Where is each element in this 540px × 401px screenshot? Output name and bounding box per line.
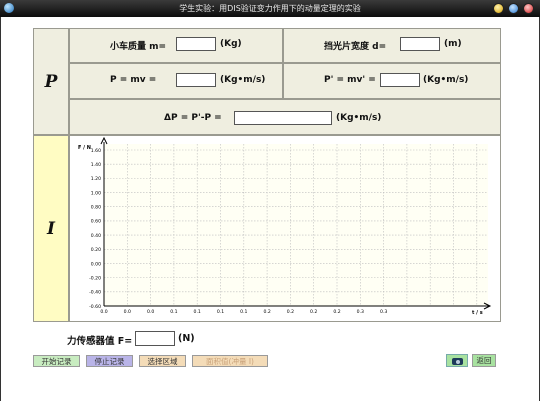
area-impulse-button[interactable]: 面积值(冲量 I) (192, 355, 268, 367)
final-momentum-label: P' = mv' = (324, 75, 376, 85)
screenshot-button[interactable] (446, 354, 468, 367)
final-momentum-unit: (Kg•m/s) (423, 75, 469, 85)
y-tick-label: 0.00 (91, 261, 101, 267)
back-button[interactable]: 返回 (472, 354, 496, 367)
initial-momentum-cell: P = mv = (Kg•m/s) (69, 63, 283, 99)
x-tick-label: 0.1 (217, 309, 224, 315)
y-axis-label: F / N (78, 145, 91, 151)
y-tick-label: -0.60 (89, 304, 101, 310)
mass-label: 小车质量 m= (110, 42, 167, 52)
impulse-section-label-cell: I (33, 135, 69, 322)
momentum-symbol: P (44, 71, 58, 92)
maximize-button[interactable] (508, 3, 519, 14)
force-sensor-unit: (N) (178, 333, 195, 344)
y-tick-labels: 1.60 1.40 1.20 1.00 0.80 0.60 0.40 0.20 0.00 -0.2… (89, 148, 101, 310)
force-time-chart[interactable]: 1.60 1.40 1.20 1.00 0.80 0.60 0.40 0.20 0.00 -0.2… (70, 136, 500, 321)
minimize-button[interactable] (493, 3, 504, 14)
force-sensor-label: 力传感器值 F= (67, 336, 133, 347)
y-tick-label: -0.40 (89, 290, 101, 296)
width-label: 挡光片宽度 d= (324, 42, 387, 52)
width-unit: (m) (444, 39, 462, 49)
y-tick-label: 1.20 (91, 176, 101, 182)
y-tick-label: 0.60 (91, 219, 101, 225)
x-tick-label: 0.1 (170, 309, 177, 315)
momentum-change-label: ΔP = P'-P = (164, 113, 222, 123)
x-tick-label: 0.1 (194, 309, 201, 315)
momentum-change-input[interactable] (234, 111, 332, 125)
x-tick-label: 0.0 (147, 309, 154, 315)
y-tick-label: 1.60 (91, 148, 101, 154)
mass-unit: (Kg) (220, 39, 242, 49)
impulse-symbol: I (47, 218, 55, 239)
final-momentum-input[interactable] (380, 73, 420, 87)
y-tick-label: 0.40 (91, 233, 101, 239)
x-tick-label: 0.2 (287, 309, 294, 315)
y-tick-label: 1.00 (91, 190, 101, 196)
initial-momentum-input[interactable] (176, 73, 216, 87)
final-momentum-cell: P' = mv' = (Kg•m/s) (283, 63, 501, 99)
x-tick-label: 0.3 (380, 309, 387, 315)
x-tick-label: 0.1 (240, 309, 247, 315)
width-input[interactable] (400, 37, 440, 51)
x-tick-label: 0.3 (357, 309, 364, 315)
initial-momentum-label: P = mv = (110, 75, 157, 85)
initial-momentum-unit: (Kg•m/s) (220, 75, 266, 85)
force-sensor-input[interactable] (135, 331, 175, 346)
select-area-button[interactable]: 选择区域 (139, 355, 186, 367)
camera-lens (455, 359, 460, 364)
width-cell: 挡光片宽度 d= (m) (283, 28, 501, 63)
y-tick-label: 0.20 (91, 247, 101, 253)
y-tick-label: 0.80 (91, 205, 101, 211)
y-tick-label: 1.40 (91, 162, 101, 168)
start-record-button[interactable]: 开始记录 (33, 355, 80, 367)
x-tick-label: 0.2 (333, 309, 340, 315)
momentum-change-unit: (Kg•m/s) (336, 113, 382, 123)
momentum-change-cell: ΔP = P'-P = (Kg•m/s) (69, 99, 501, 135)
mass-cell: 小车质量 m= (Kg) (69, 28, 283, 63)
title-bar: 学生实验：用DIS验证变力作用下的动量定理的实验 (0, 0, 540, 17)
x-tick-label: 0.2 (310, 309, 317, 315)
y-tick-label: -0.20 (89, 275, 101, 281)
x-tick-label: 0.2 (263, 309, 270, 315)
window-title: 学生实验：用DIS验证变力作用下的动量定理的实验 (179, 4, 361, 13)
stop-record-button[interactable]: 停止记录 (86, 355, 133, 367)
momentum-section-label-cell: P (33, 28, 69, 135)
x-tick-label: 0.0 (124, 309, 131, 315)
mass-input[interactable] (176, 37, 216, 51)
x-tick-label: 0.0 (100, 309, 107, 315)
x-tick-labels: 0.0 0.0 0.0 0.1 0.1 0.1 0.1 0.2 0.2 0.2 0.2 0.3 0.3 (100, 309, 387, 315)
close-button[interactable] (523, 3, 534, 14)
x-axis-label: t / s (472, 310, 483, 316)
app-icon (4, 3, 14, 13)
